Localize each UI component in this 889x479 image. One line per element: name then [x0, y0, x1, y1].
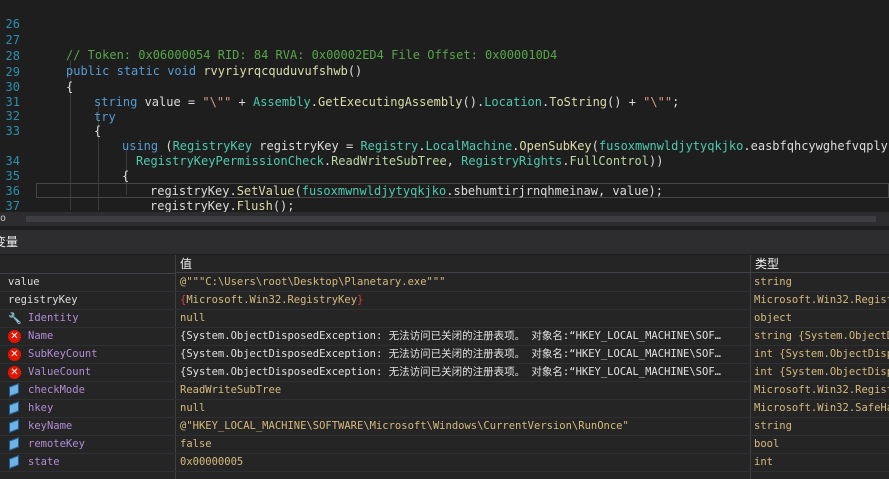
field-icon	[9, 455, 19, 469]
row-name: keyName	[28, 420, 73, 432]
code-line[interactable]: 38 }	[0, 197, 889, 212]
code-line[interactable]: 29 {	[0, 50, 889, 94]
code-line[interactable]: 32 {	[0, 94, 889, 138]
row-type: int {System.ObjectDispo	[754, 366, 889, 378]
row-type: object	[754, 312, 792, 324]
row-value[interactable]: {System.ObjectDisposedException: 无法访问已关闭…	[180, 327, 748, 345]
code-line[interactable]: 30 string value = "\"" + Assembly.GetExe…	[0, 65, 889, 109]
row-value-text: Microsoft.Win32.RegistryKey	[186, 294, 358, 306]
value-brace: }	[357, 294, 364, 306]
wrench-icon: 🔧	[8, 312, 22, 325]
code-line[interactable]: RegistryKeyPermissionCheck.ReadWriteSubT…	[0, 124, 889, 168]
row-name: ValueCount	[28, 366, 92, 378]
locals-row[interactable]: ✕ SubKeyCount {System.ObjectDisposedExcept…	[0, 345, 889, 364]
code-line[interactable]: 35 registryKey.SetValue(fusoxmwnwldjytyq…	[0, 154, 889, 198]
row-name: SubKeyCount	[28, 348, 98, 360]
locals-row[interactable]: ✕ ValueCount {System.ObjectDisposedExcepti…	[0, 363, 889, 382]
locals-row[interactable]: ✕ Name {System.ObjectDisposedException: 无法…	[0, 327, 889, 346]
code-line[interactable]: 28 public static void rvyriyrqcquduvufsh…	[0, 34, 889, 78]
row-name: state	[28, 456, 60, 468]
column-header-value[interactable]: 值	[176, 255, 750, 273]
error-icon: ✕	[8, 330, 21, 343]
row-value[interactable]: null	[180, 309, 748, 327]
locals-row[interactable]: value @"""C:\Users\root\Desktop\Planetary…	[0, 273, 889, 292]
field-icon	[9, 419, 19, 433]
row-value[interactable]: @"HKEY_LOCAL_MACHINE\SOFTWARE\Microsoft\…	[180, 417, 748, 435]
row-value[interactable]: ReadWriteSubTree	[180, 381, 748, 399]
row-name: Name	[28, 330, 54, 342]
row-name: value	[8, 276, 40, 288]
row-value[interactable]: {System.ObjectDisposedException: 无法访问已关闭…	[180, 345, 748, 363]
row-type: int	[754, 456, 773, 468]
row-type: string	[754, 276, 792, 288]
locals-row[interactable]: keyName @"HKEY_LOCAL_MACHINE\SOFTWARE\Mic…	[0, 417, 889, 436]
error-icon: ✕	[8, 366, 21, 379]
row-value[interactable]: false	[180, 435, 748, 453]
locals-row[interactable]: registryKey {Microsoft.Win32.RegistryKey}…	[0, 291, 889, 310]
row-type: Microsoft.Win32.Registr	[754, 294, 889, 306]
code-editor[interactable]: 26 27 // Token: 0x06000054 RID: 84 RVA: …	[0, 0, 889, 212]
code-line[interactable]: 34 {	[0, 139, 889, 183]
row-name: Identity	[28, 312, 79, 324]
row-type: Microsoft.Win32.SafeHan	[754, 402, 889, 414]
row-name: registryKey	[8, 294, 78, 306]
row-value[interactable]: null	[180, 399, 748, 417]
locals-row[interactable]: checkMode ReadWriteSubTree Microsoft.Win32…	[0, 381, 889, 400]
error-icon: ✕	[8, 348, 21, 361]
row-value[interactable]: {Microsoft.Win32.RegistryKey}	[180, 291, 748, 309]
row-value[interactable]: @"""C:\Users\root\Desktop\Planetary.exe"…	[180, 273, 748, 291]
locals-grid[interactable]: 值 类型 value @"""C:\Users\root\Desktop\Plan…	[0, 255, 889, 479]
field-icon	[9, 437, 19, 451]
row-type: Microsoft.Win32.Registr	[754, 384, 889, 396]
row-type: string {System.ObjectDi	[754, 330, 889, 342]
row-value[interactable]: {System.ObjectDisposedException: 无法访问已关闭…	[180, 363, 748, 381]
row-type: int {System.ObjectDispo	[754, 348, 889, 360]
row-value[interactable]: 0x00000005	[180, 453, 748, 471]
code-line[interactable]: 26	[0, 2, 889, 31]
locals-row[interactable]: state 0x00000005 int	[0, 453, 889, 472]
zoom-dropdown[interactable]: o	[0, 212, 6, 226]
column-header-type[interactable]: 类型	[751, 255, 889, 273]
scrollbar-thumb[interactable]	[26, 216, 876, 222]
horizontal-scrollbar[interactable]: o	[0, 212, 889, 226]
row-type: string	[754, 420, 792, 432]
row-name: checkMode	[28, 384, 85, 396]
locals-panel-header: 变量	[0, 230, 889, 254]
locals-row[interactable]: remoteKey false bool	[0, 435, 889, 454]
row-name: remoteKey	[28, 438, 85, 450]
locals-panel-title: 变量	[0, 235, 19, 249]
field-icon	[9, 401, 19, 415]
column-header-name[interactable]	[0, 255, 175, 274]
code-line[interactable]: 31 try	[0, 80, 889, 124]
code-line[interactable]: 33 using (RegistryKey registryKey = Regi…	[0, 109, 889, 153]
locals-row[interactable]: hkey null Microsoft.Win32.SafeHan	[0, 399, 889, 418]
locals-row[interactable]: 🔧 Identity null object	[0, 309, 889, 328]
code-line[interactable]: 36 registryKey.Flush();	[0, 169, 889, 212]
field-icon	[9, 383, 19, 397]
code-line[interactable]: 27 // Token: 0x06000054 RID: 84 RVA: 0x0…	[0, 18, 889, 62]
row-name: hkey	[28, 402, 54, 414]
row-type: bool	[754, 438, 780, 450]
